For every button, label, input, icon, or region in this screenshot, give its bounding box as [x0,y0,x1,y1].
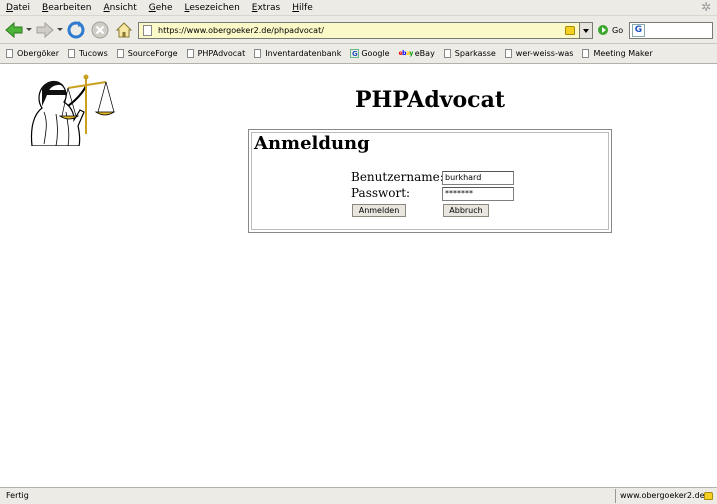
bookmark-ebay[interactable]: ebay eBay [399,49,435,58]
cancel-button[interactable]: Abbruch [443,204,489,217]
password-field[interactable]: ******* [442,187,514,201]
home-icon [115,22,133,38]
page-icon [582,49,590,58]
reload-icon [67,21,85,39]
bookmark-wer-weiss-was[interactable]: wer-weiss-was [504,49,574,58]
navigation-toolbar: https://www.obergoeker2.de/phpadvocat/ G… [0,16,717,44]
bookmark-label: eBay [414,49,435,58]
stop-button[interactable] [90,20,110,40]
bookmark-google[interactable]: G Google [350,49,390,58]
page-icon [143,25,152,36]
bookmark-label: SourceForge [127,49,178,58]
status-text: Fertig [6,491,29,500]
menu-gehe[interactable]: Gehe [149,3,173,13]
page-icon [186,49,194,58]
back-button[interactable] [4,20,24,40]
login-button[interactable]: Anmelden [352,204,406,217]
bookmark-inventardatenbank[interactable]: Inventardatenbank [254,49,341,58]
ebay-icon: ebay [398,50,414,57]
url-field[interactable]: https://www.obergoeker2.de/phpadvocat/ [158,26,565,35]
bookmark-label: wer-weiss-was [515,49,574,58]
login-form-inner: Anmeldung Benutzername: burkhard Passwor… [251,132,609,230]
password-label: Passwort: [351,186,411,200]
menu-extras[interactable]: Extras [252,3,280,13]
bookmark-phpadvocat[interactable]: PHPAdvocat [186,49,246,58]
bookmark-sparkasse[interactable]: Sparkasse [443,49,496,58]
menu-lesezeichen[interactable]: Lesezeichen [185,3,240,13]
bookmark-label: PHPAdvocat [197,49,246,58]
home-button[interactable] [114,20,134,40]
go-button[interactable]: Go [598,25,623,35]
forward-arrow-icon [36,21,54,39]
status-bar: Fertig www.obergoeker2.de [0,487,717,504]
page-icon [116,49,124,58]
back-history-dropdown[interactable] [26,28,32,31]
username-label: Benutzername: [351,170,444,184]
go-icon [598,25,608,35]
login-form: Anmeldung Benutzername: burkhard Passwor… [248,129,612,233]
bookmark-meeting-maker[interactable]: Meeting Maker [582,49,653,58]
bookmark-sourceforge[interactable]: SourceForge [116,49,178,58]
bookmark-label: Meeting Maker [593,49,653,58]
page-content: PHPAdvocat Anmeldung Benutzername: burkh… [0,65,717,487]
menu-bearbeiten[interactable]: Bearbeiten [42,3,91,13]
menu-datei[interactable]: Datei [6,3,30,13]
bookmark-tucows[interactable]: Tucows [67,49,108,58]
throbber-icon: ✲ [701,0,712,14]
login-heading: Anmeldung [254,133,370,154]
back-arrow-icon [5,21,23,39]
forward-history-dropdown[interactable] [57,28,63,31]
lock-icon[interactable] [565,26,575,35]
reload-button[interactable] [66,20,86,40]
url-history-dropdown[interactable] [579,23,592,38]
stop-icon [91,21,109,39]
bookmark-label: Tucows [78,49,108,58]
bookmark-label: Sparkasse [454,49,496,58]
status-domain: www.obergoeker2.de [620,491,705,500]
page-icon [504,49,512,58]
google-search-icon[interactable]: G [632,24,645,37]
bookmark-obergoeker[interactable]: Obergöker [6,49,59,58]
username-field[interactable]: burkhard [442,171,514,185]
page-title: PHPAdvocat [355,87,505,113]
bookmark-label: Google [361,49,390,58]
justitia-logo [24,72,116,149]
page-icon [254,49,262,58]
status-separator [615,489,616,503]
menu-ansicht[interactable]: Ansicht [104,3,137,13]
secure-lock-icon[interactable] [704,492,713,500]
menu-hilfe[interactable]: Hilfe [292,3,313,13]
address-bar[interactable]: https://www.obergoeker2.de/phpadvocat/ [138,22,593,39]
google-icon: G [350,49,360,58]
bookmark-label: Inventardatenbank [265,49,342,58]
bookmark-label: Obergöker [17,49,59,58]
menu-bar: Datei Bearbeiten Ansicht Gehe Lesezeiche… [0,0,717,16]
forward-button[interactable] [35,20,55,40]
search-input[interactable]: G [629,22,713,39]
page-icon [443,49,451,58]
bookmarks-toolbar: Obergöker Tucows SourceForge PHPAdvocat … [0,44,717,64]
page-icon [67,49,75,58]
justitia-scales-icon [30,74,116,147]
go-label: Go [612,25,624,35]
page-icon [6,49,13,58]
